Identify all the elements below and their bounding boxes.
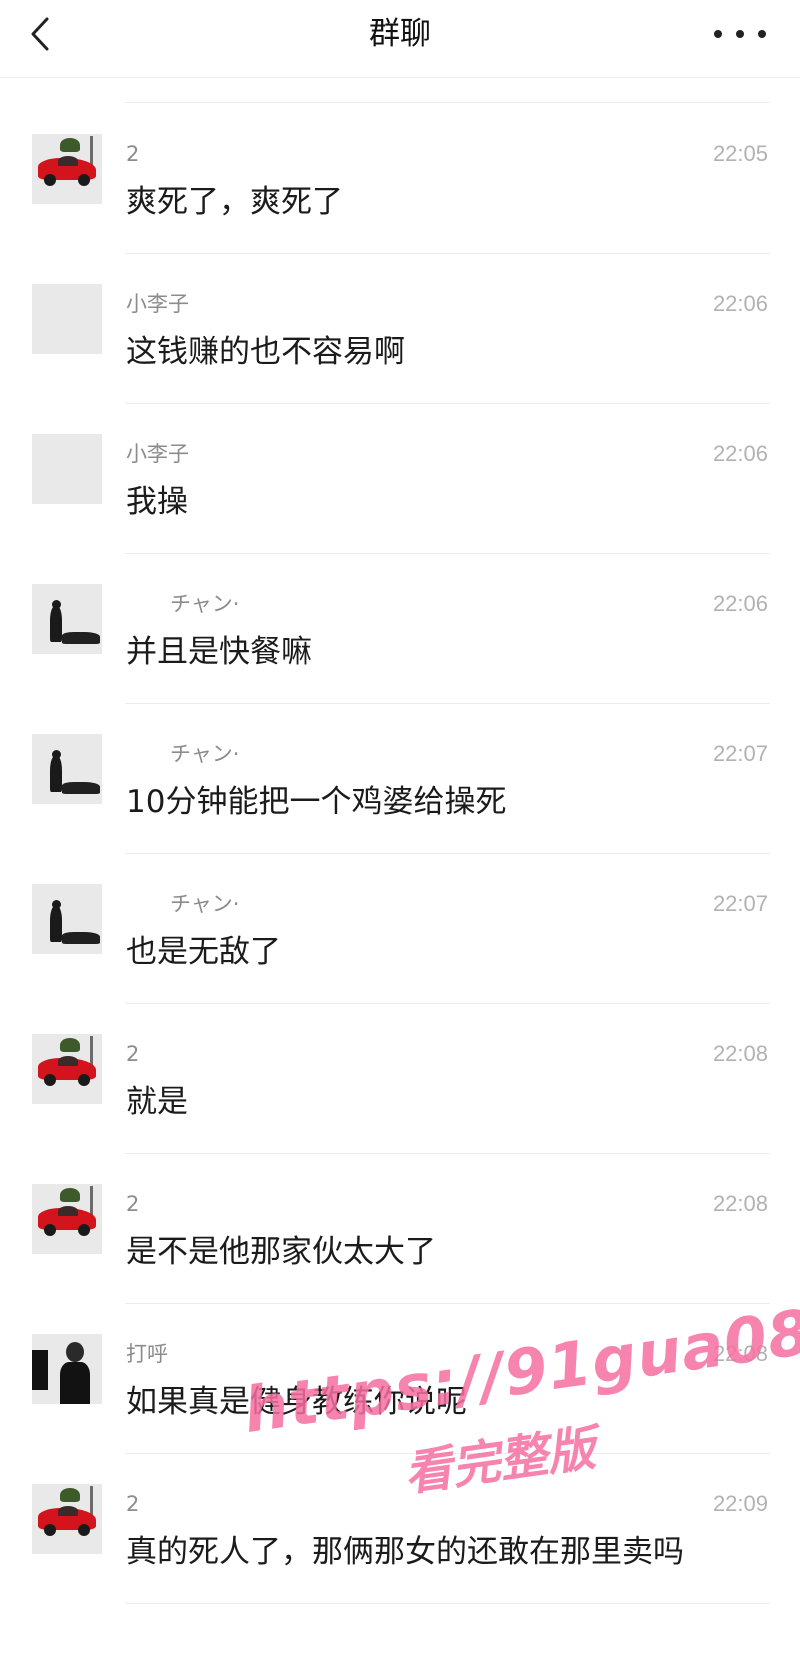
message-text: 这钱赚的也不容易啊	[126, 334, 405, 370]
more-dots-icon	[736, 30, 744, 38]
message-time: 22:06	[712, 291, 768, 316]
message-time: 22:06	[712, 591, 768, 616]
avatar[interactable]	[32, 584, 102, 654]
message-text: 也是无敌了	[126, 934, 281, 970]
list-item[interactable]: チャン· 22:06 并且是快餐嘛	[0, 554, 800, 704]
list-item[interactable]: 2 22:09 真的死人了，那俩那女的还敢在那里卖吗	[0, 1454, 800, 1604]
divider	[125, 102, 770, 103]
top-navigation-bar: 群聊	[0, 0, 800, 78]
message-time: 22:05	[712, 141, 768, 166]
avatar[interactable]	[32, 1184, 102, 1254]
list-item[interactable]: チャン· 22:07 10分钟能把一个鸡婆给操死	[0, 704, 800, 854]
list-item[interactable]: 小李子 22:06 这钱赚的也不容易啊	[0, 254, 800, 404]
list-item[interactable]: 小李子 22:06 我操	[0, 404, 800, 554]
sender-name: 小李子	[126, 442, 189, 466]
message-time: 22:06	[712, 441, 768, 466]
sender-name: 2	[126, 1042, 140, 1066]
sender-name: チャン·	[170, 892, 240, 916]
avatar[interactable]	[32, 884, 102, 954]
message-time: 22:07	[712, 741, 768, 766]
message-time: 22:07	[712, 891, 768, 916]
message-time: 22:08	[712, 1341, 768, 1366]
message-time: 22:08	[712, 1191, 768, 1216]
list-item[interactable]: 2 22:05 爽死了，爽死了	[0, 104, 800, 254]
avatar[interactable]	[32, 434, 102, 504]
message-text: 我操	[126, 484, 188, 520]
sender-name: 小李子	[126, 292, 189, 316]
message-text: 10分钟能把一个鸡婆给操死	[126, 784, 507, 820]
message-list[interactable]: 2 22:05 爽死了，爽死了 小李子 22:06 这钱赚的也不容易啊 小李子 22:06 我操…	[0, 104, 800, 1604]
avatar[interactable]	[32, 1484, 102, 1554]
page-title: 群聊	[369, 16, 431, 52]
sender-name: 2	[126, 142, 140, 166]
message-time: 22:08	[712, 1041, 768, 1066]
avatar[interactable]	[32, 734, 102, 804]
sender-name: 2	[126, 1492, 140, 1516]
list-item[interactable]: 2 22:08 是不是他那家伙太大了	[0, 1154, 800, 1304]
sender-name: チャン·	[170, 742, 240, 766]
list-item[interactable]: 2 22:08 就是	[0, 1004, 800, 1154]
message-text: 真的死人了，那俩那女的还敢在那里卖吗	[126, 1534, 684, 1570]
avatar[interactable]	[32, 1034, 102, 1104]
divider	[125, 1603, 770, 1604]
more-dots-icon	[758, 30, 766, 38]
more-dots-icon	[714, 30, 722, 38]
more-options-button[interactable]	[714, 14, 766, 54]
list-item[interactable]: 打呼 22:08 如果真是健身教练你说呢	[0, 1304, 800, 1454]
message-text: 并且是快餐嘛	[126, 634, 312, 670]
message-time: 22:09	[712, 1491, 768, 1516]
avatar[interactable]	[32, 1334, 102, 1404]
sender-name: 2	[126, 1192, 140, 1216]
sender-name: チャン·	[170, 592, 240, 616]
list-item[interactable]: チャン· 22:07 也是无敌了	[0, 854, 800, 1004]
avatar[interactable]	[32, 284, 102, 354]
sender-name: 打呼	[126, 1342, 168, 1366]
message-text: 是不是他那家伙太大了	[126, 1234, 436, 1270]
message-text: 爽死了，爽死了	[126, 184, 343, 220]
avatar[interactable]	[32, 134, 102, 204]
message-text: 如果真是健身教练你说呢	[126, 1384, 467, 1420]
message-text: 就是	[126, 1084, 188, 1120]
